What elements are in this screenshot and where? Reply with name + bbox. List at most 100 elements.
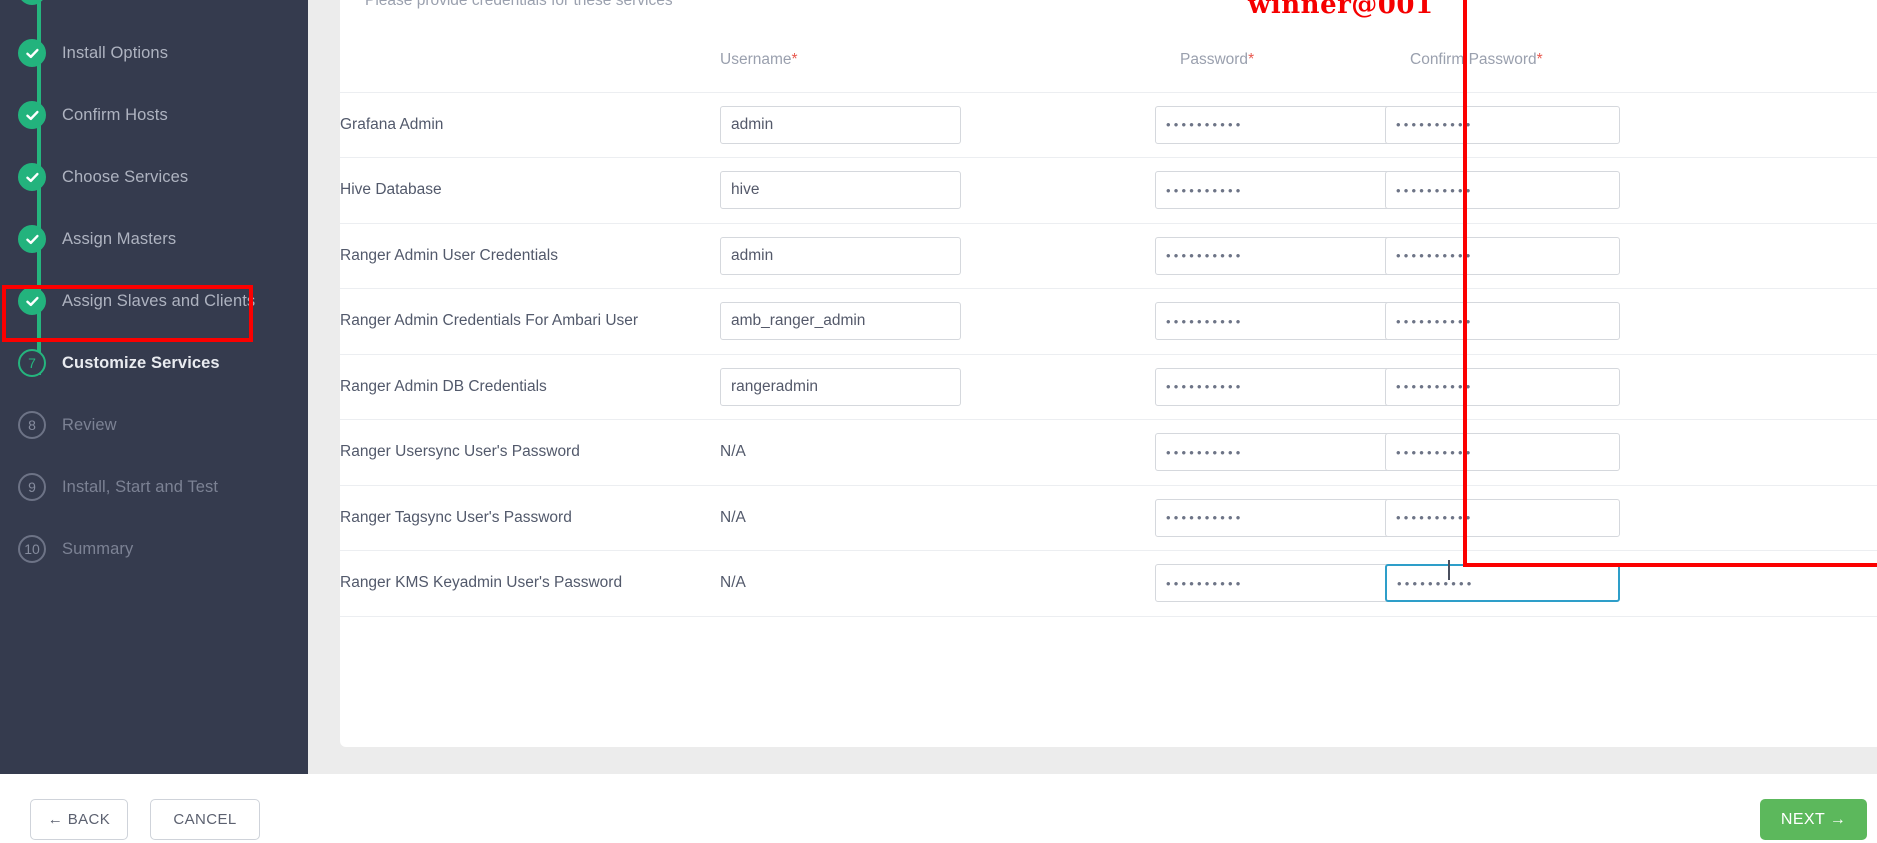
sidebar-step-assign-masters[interactable]: Assign Masters <box>0 208 308 270</box>
row-spacer-cell <box>1685 419 1877 486</box>
wizard-step-list: Select Version Install Options Confirm Hos… <box>0 0 308 580</box>
password-input[interactable]: •••••••••• <box>1155 105 1390 144</box>
sidebar-step-customize-services[interactable]: 7 Customize Services <box>0 332 308 394</box>
service-name-cell: Grafana Admin <box>340 92 720 158</box>
wizard-footer <box>0 774 1877 843</box>
password-input[interactable]: •••••••••• <box>1155 564 1390 603</box>
step-complete-check-icon <box>18 225 46 253</box>
content-area: Please provide credentials for these ser… <box>308 0 1877 774</box>
table-row: Ranger Admin User Credentials •••••••••••… <box>340 223 1877 289</box>
table-header-row: Username* Password* Confirm Password* <box>340 28 1877 93</box>
column-header-password: Password* <box>1155 28 1385 93</box>
username-input[interactable] <box>720 236 961 275</box>
service-name-cell: Ranger Admin User Credentials <box>340 223 720 289</box>
username-input[interactable] <box>720 105 961 144</box>
confirm-password-input[interactable]: •••••••••• <box>1385 367 1620 406</box>
step-complete-check-icon <box>18 287 46 315</box>
username-cell <box>720 92 1155 158</box>
confirm-password-cell: •••••••••• <box>1385 419 1685 486</box>
column-header-confirm-label: Confirm Password <box>1410 50 1537 68</box>
confirm-password-cell: •••••••••• <box>1385 354 1685 420</box>
confirm-password-cell: •••••••••• <box>1385 288 1685 355</box>
username-input[interactable] <box>720 302 961 341</box>
confirm-password-input[interactable]: •••••••••• <box>1385 302 1620 341</box>
sidebar-step-choose-services[interactable]: Choose Services <box>0 146 308 208</box>
username-input[interactable] <box>720 367 961 406</box>
password-cell: •••••••••• <box>1155 157 1390 224</box>
sidebar-step-select-version[interactable]: Select Version <box>0 0 308 22</box>
confirm-password-input[interactable]: •••••••••• <box>1385 105 1620 144</box>
annotation-text-username-note: winner@001 <box>1248 0 1434 20</box>
confirm-password-cell: •••••••••• <box>1385 550 1685 617</box>
username-cell <box>720 354 1155 420</box>
required-asterisk-password: * <box>1248 50 1255 68</box>
required-asterisk-username: * <box>791 50 798 68</box>
sidebar-step-label: Customize Services <box>62 353 220 372</box>
confirm-password-input[interactable]: •••••••••• <box>1385 171 1620 210</box>
table-row: Grafana Admin •••••••••••••••••••• <box>340 92 1877 158</box>
confirm-password-cell: •••••••••• <box>1385 157 1685 224</box>
row-spacer-cell <box>1685 92 1877 158</box>
password-input[interactable]: •••••••••• <box>1155 236 1390 275</box>
sidebar-step-confirm-hosts[interactable]: Confirm Hosts <box>0 84 308 146</box>
sidebar-step-install-start-and-test[interactable]: 9 Install, Start and Test <box>0 456 308 518</box>
confirm-password-input[interactable]: •••••••••• <box>1385 433 1620 472</box>
username-cell: N/A <box>720 419 1155 486</box>
confirm-password-input[interactable]: •••••••••• <box>1385 236 1620 275</box>
sidebar-step-assign-slaves-and-clients[interactable]: Assign Slaves and Clients <box>0 270 308 332</box>
sidebar-step-review[interactable]: 8 Review <box>0 394 308 456</box>
username-not-applicable: N/A <box>720 443 746 461</box>
table-row: Ranger Admin Credentials For Ambari User… <box>340 288 1877 355</box>
credentials-table: Username* Password* Confirm Password* Gr… <box>340 28 1877 617</box>
password-input[interactable]: •••••••••• <box>1155 302 1390 341</box>
column-header-username-label: Username <box>720 50 792 68</box>
password-input[interactable]: •••••••••• <box>1155 433 1390 472</box>
password-cell: •••••••••• <box>1155 223 1390 289</box>
sidebar-step-label: Choose Services <box>62 167 189 186</box>
next-button[interactable]: NEXT → <box>1760 799 1867 840</box>
row-spacer-cell <box>1685 354 1877 420</box>
password-input[interactable]: •••••••••• <box>1155 367 1390 406</box>
confirm-password-input[interactable]: •••••••••• <box>1385 564 1620 603</box>
password-cell: •••••••••• <box>1155 288 1390 355</box>
confirm-password-cell: •••••••••• <box>1385 92 1685 158</box>
sidebar-step-summary[interactable]: 10 Summary <box>0 518 308 580</box>
credentials-panel: Please provide credentials for these ser… <box>340 0 1877 747</box>
text-cursor <box>1448 560 1450 580</box>
sidebar-step-install-options[interactable]: Install Options <box>0 22 308 84</box>
step-number-badge: 8 <box>18 411 46 439</box>
table-row: Ranger Admin DB Credentials •••••••••••••… <box>340 354 1877 420</box>
table-body: Grafana Admin••••••••••••••••••••Hive Da… <box>340 92 1877 617</box>
service-name-cell: Hive Database <box>340 157 720 224</box>
password-cell: •••••••••• <box>1155 354 1390 420</box>
step-complete-check-icon <box>18 101 46 129</box>
sidebar-step-label: Confirm Hosts <box>62 105 168 124</box>
password-input[interactable]: •••••••••• <box>1155 498 1390 537</box>
service-name-cell: Ranger Tagsync User's Password <box>340 485 720 551</box>
step-complete-check-icon <box>18 163 46 191</box>
wizard-sidebar: Select Version Install Options Confirm Hos… <box>0 0 308 774</box>
username-cell: N/A <box>720 485 1155 551</box>
column-header-username: Username* <box>720 28 1155 93</box>
step-complete-check-icon <box>18 0 46 5</box>
cancel-button[interactable]: CANCEL <box>150 799 260 840</box>
table-row: Ranger Usersync User's Password N/A ••••••… <box>340 419 1877 486</box>
username-not-applicable: N/A <box>720 574 746 592</box>
username-not-applicable: N/A <box>720 508 746 526</box>
sidebar-step-label: Review <box>62 415 117 434</box>
username-cell <box>720 223 1155 289</box>
username-cell: N/A <box>720 550 1155 617</box>
sidebar-step-label: Assign Slaves and Clients <box>62 291 256 310</box>
back-button[interactable]: ← BACK <box>30 799 128 840</box>
password-input[interactable]: •••••••••• <box>1155 171 1390 210</box>
username-input[interactable] <box>720 171 961 210</box>
column-header-confirm-password: Confirm Password* <box>1385 28 1685 93</box>
table-row: Ranger KMS Keyadmin User's Password N/A ••… <box>340 550 1877 617</box>
password-cell: •••••••••• <box>1155 485 1390 551</box>
confirm-password-input[interactable]: •••••••••• <box>1385 498 1620 537</box>
row-spacer-cell <box>1685 157 1877 224</box>
step-complete-check-icon <box>18 39 46 67</box>
required-asterisk-confirm: * <box>1536 50 1543 68</box>
password-cell: •••••••••• <box>1155 419 1390 486</box>
ambari-install-wizard: Select Version Install Options Confirm Hos… <box>0 0 1877 843</box>
